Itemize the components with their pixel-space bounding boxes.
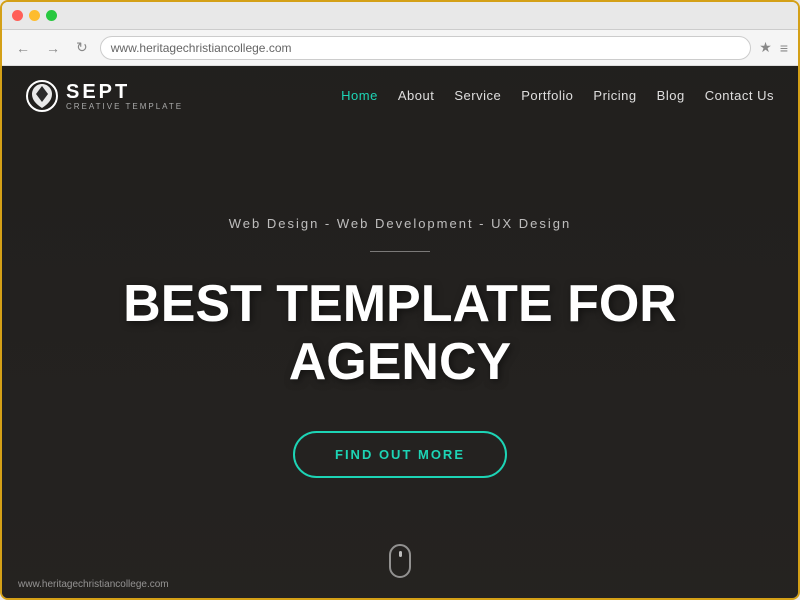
menu-icon[interactable]: ≡	[780, 40, 788, 56]
hero-title-line1: BEST TEMPLATE FOR	[123, 275, 677, 333]
hero-subtitle: Web Design - Web Development - UX Design	[229, 216, 572, 231]
back-button[interactable]: ←	[12, 38, 34, 58]
address-bar[interactable]: www.heritagechristiancollege.com	[100, 36, 752, 60]
hero-title-line2: AGENCY	[289, 333, 511, 391]
logo-main-text: SEPT	[66, 82, 183, 102]
navbar: SEPT CREATIVE TEMPLATE Home About Servic…	[2, 66, 798, 126]
nav-item-blog[interactable]: Blog	[657, 87, 685, 105]
logo-icon	[26, 80, 58, 112]
hero-title: BEST TEMPLATE FOR AGENCY	[123, 276, 677, 390]
nav-link-pricing[interactable]: Pricing	[593, 88, 636, 103]
nav-links: Home About Service Portfolio Pricing	[341, 87, 774, 105]
nav-item-about[interactable]: About	[398, 87, 434, 105]
nav-link-contact[interactable]: Contact Us	[705, 88, 774, 103]
logo-text: SEPT CREATIVE TEMPLATE	[66, 82, 183, 111]
website-content: SEPT CREATIVE TEMPLATE Home About Servic…	[2, 66, 798, 598]
hero-section: SEPT CREATIVE TEMPLATE Home About Servic…	[2, 66, 798, 598]
nav-link-service[interactable]: Service	[454, 88, 501, 103]
browser-titlebar	[2, 2, 798, 30]
hero-divider	[370, 251, 430, 252]
hero-content: Web Design - Web Development - UX Design…	[2, 66, 798, 598]
forward-button[interactable]: →	[42, 38, 64, 58]
nav-item-contact[interactable]: Contact Us	[705, 87, 774, 105]
nav-item-pricing[interactable]: Pricing	[593, 87, 636, 105]
nav-item-home[interactable]: Home	[341, 87, 378, 105]
address-text: www.heritagechristiancollege.com	[111, 41, 292, 55]
scroll-dot	[399, 551, 402, 557]
nav-link-portfolio[interactable]: Portfolio	[521, 88, 573, 103]
site-url: www.heritagechristiancollege.com	[18, 579, 169, 590]
logo-sub-text: CREATIVE TEMPLATE	[66, 102, 183, 111]
nav-link-blog[interactable]: Blog	[657, 88, 685, 103]
scroll-icon	[389, 544, 411, 578]
maximize-button[interactable]	[46, 10, 57, 21]
bookmark-icon[interactable]: ★	[759, 39, 772, 56]
refresh-button[interactable]: ↻	[72, 37, 92, 58]
browser-toolbar: ← → ↻ www.heritagechristiancollege.com ★…	[2, 30, 798, 66]
nav-link-home[interactable]: Home	[341, 88, 378, 103]
minimize-button[interactable]	[29, 10, 40, 21]
close-button[interactable]	[12, 10, 23, 21]
cta-button[interactable]: FIND OUT MORE	[293, 431, 507, 478]
nav-item-service[interactable]: Service	[454, 87, 501, 105]
nav-item-portfolio[interactable]: Portfolio	[521, 87, 573, 105]
browser-frame: ← → ↻ www.heritagechristiancollege.com ★…	[0, 0, 800, 600]
nav-link-about[interactable]: About	[398, 88, 434, 103]
logo-area: SEPT CREATIVE TEMPLATE	[26, 80, 183, 112]
toolbar-right: ★ ≡	[759, 39, 788, 56]
scroll-indicator	[389, 544, 411, 578]
